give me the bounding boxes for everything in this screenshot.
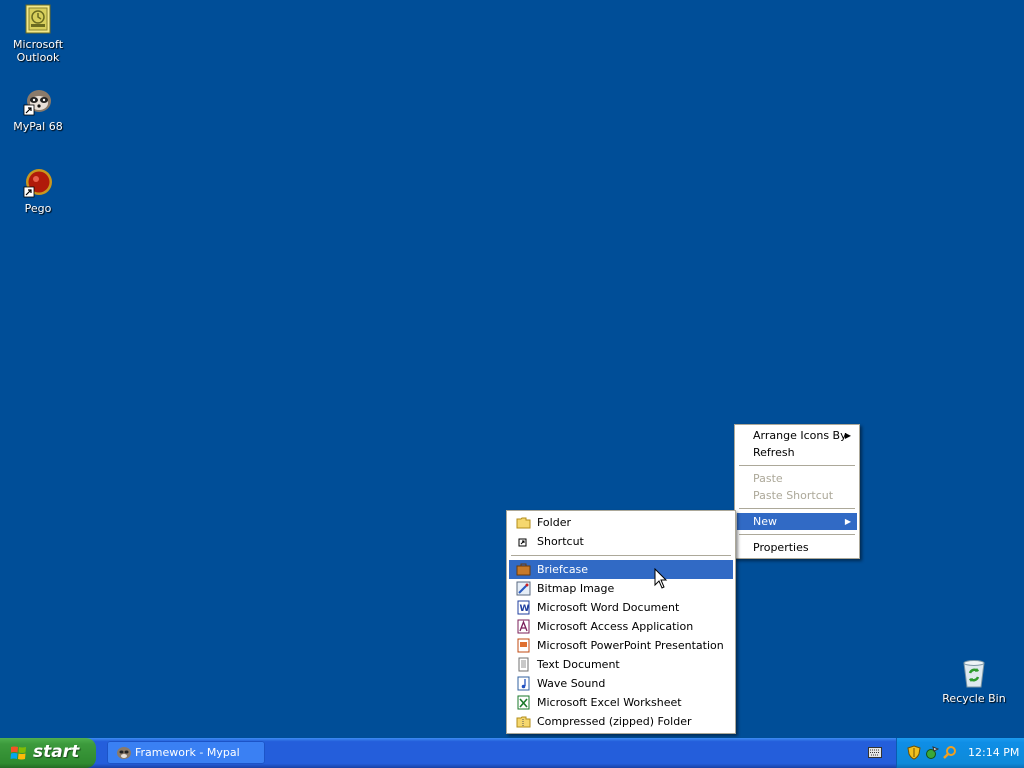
clock[interactable]: 12:14 PM [968,746,1019,759]
briefcase-icon [516,562,531,577]
menu-item-label: Arrange Icons By [753,429,847,442]
taskbar-button-framework-mypal[interactable]: Framework - Mypal [107,741,265,764]
pego-icon [22,167,54,199]
menu-separator [511,555,731,556]
menu-separator [739,465,855,466]
bitmap-icon [516,581,531,596]
submenu-item-powerpoint-presentation[interactable]: Microsoft PowerPoint Presentation [509,636,733,655]
menu-item-label: Briefcase [537,563,589,576]
menu-item-label: Folder [537,516,571,529]
mouse-cursor-icon [654,567,668,593]
folder-icon [516,515,531,530]
menu-item-label: Microsoft Access Application [537,620,694,633]
start-button[interactable]: start [0,738,96,768]
excel-icon [516,695,531,710]
mypal-icon [116,745,132,760]
zip-folder-icon [516,714,531,729]
menu-item-label: Paste [753,472,783,485]
desktop-icon-outlook[interactable]: Microsoft Outlook [0,3,76,64]
recycle-bin-icon [958,657,990,689]
windows-flag-icon [10,745,27,761]
menu-item-label: Shortcut [537,535,584,548]
menu-item-label: Microsoft Excel Worksheet [537,696,682,709]
desktop-icon-recycle-bin[interactable]: Recycle Bin [936,657,1012,705]
menu-item-label: Microsoft Word Document [537,601,680,614]
powerpoint-icon [516,638,531,653]
menu-item-label: Bitmap Image [537,582,615,595]
submenu-item-briefcase[interactable]: Briefcase [509,560,733,579]
submenu-item-text-document[interactable]: Text Document [509,655,733,674]
submenu-item-zipped-folder[interactable]: Compressed (zipped) Folder [509,712,733,731]
taskbar-button-label: Framework - Mypal [135,746,240,759]
desktop-icon-label: Microsoft [12,38,64,51]
menu-item-refresh[interactable]: Refresh [737,444,857,461]
submenu-item-wave-sound[interactable]: Wave Sound [509,674,733,693]
text-document-icon [516,657,531,672]
menu-separator [739,508,855,509]
menu-item-label: New [753,515,777,528]
new-submenu: Folder Shortcut Briefcase Bitmap Image W… [506,510,736,734]
submenu-item-excel-worksheet[interactable]: Microsoft Excel Worksheet [509,693,733,712]
word-icon: W [516,600,531,615]
menu-item-paste[interactable]: Paste [737,470,857,487]
submenu-arrow-icon: ▶ [844,517,851,526]
desktop-icon-label: Pego [24,202,52,215]
shortcut-icon [516,534,531,549]
submenu-item-folder[interactable]: Folder [509,513,733,532]
menu-item-label: Wave Sound [537,677,606,690]
desktop-icon-label: Recycle Bin [942,692,1006,705]
taskbar: start Framework - Mypal 12:14 PM [0,738,1024,768]
wave-sound-icon [516,676,531,691]
system-tray: 12:14 PM [896,738,1024,768]
submenu-item-shortcut[interactable]: Shortcut [509,532,733,551]
submenu-item-access-application[interactable]: Microsoft Access Application [509,617,733,636]
menu-item-label: Microsoft PowerPoint Presentation [537,639,724,652]
menu-item-arrange-icons-by[interactable]: Arrange Icons By ▶ [737,427,857,444]
security-shield-icon[interactable] [907,745,921,760]
menu-item-label: Compressed (zipped) Folder [537,715,692,728]
svg-text:W: W [520,604,530,614]
start-label: start [33,742,80,762]
access-icon [516,619,531,634]
desktop-context-menu: Arrange Icons By ▶ Refresh Paste Paste S… [734,424,860,559]
menu-item-label: Paste Shortcut [753,489,834,502]
menu-separator [739,534,855,535]
desktop-icon-label: MyPal 68 [13,120,63,133]
desktop-icon-label: Outlook [16,51,60,64]
outlook-icon [22,3,54,35]
menu-item-new[interactable]: New ▶ [737,513,857,530]
search-icon[interactable] [943,745,957,760]
submenu-item-bitmap-image[interactable]: Bitmap Image [509,579,733,598]
keyboard-language-icon[interactable] [868,747,882,758]
menu-item-label: Refresh [753,446,795,459]
menu-item-label: Properties [753,541,809,554]
mypal-icon [22,85,54,117]
submenu-arrow-icon: ▶ [844,431,851,440]
desktop-icon-pego[interactable]: Pego [0,167,76,215]
desktop-icon-mypal[interactable]: MyPal 68 [0,85,76,133]
network-icon[interactable] [925,745,940,760]
submenu-item-word-document[interactable]: W Microsoft Word Document [509,598,733,617]
menu-item-properties[interactable]: Properties [737,539,857,556]
menu-item-label: Text Document [537,658,620,671]
menu-item-paste-shortcut[interactable]: Paste Shortcut [737,487,857,504]
